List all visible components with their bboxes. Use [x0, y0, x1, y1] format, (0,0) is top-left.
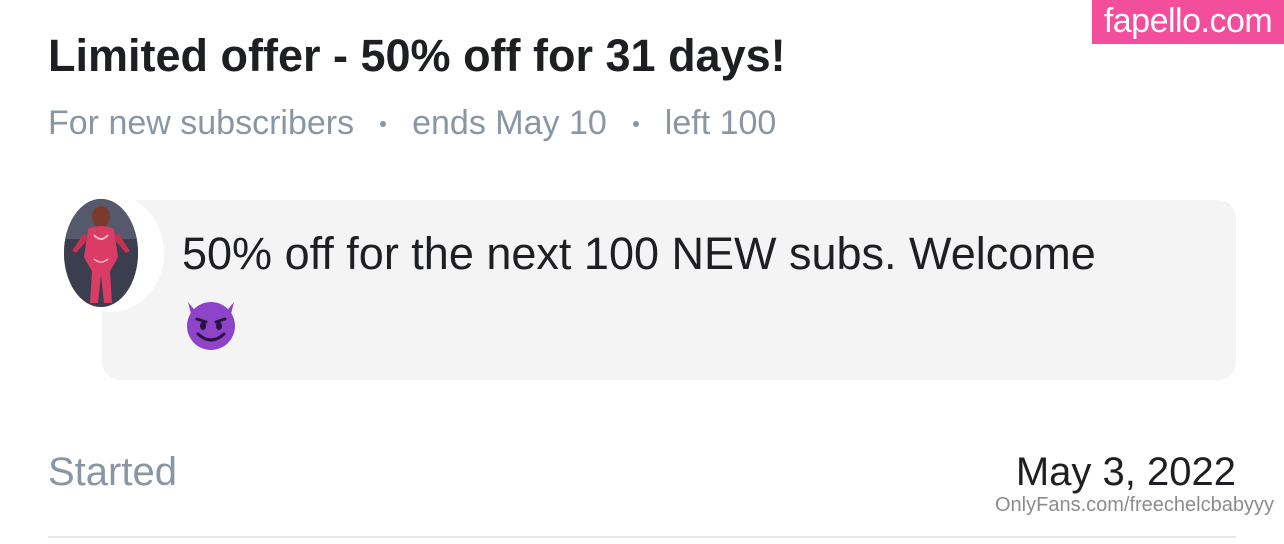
smiling-devil-emoji [182, 294, 240, 352]
profile-watermark: OnlyFans.com/freechelcbabyyy [994, 494, 1274, 516]
site-watermark: fapello.com [1092, 0, 1284, 44]
divider [48, 536, 1236, 538]
offer-meta: For new subscribers ends May 10 left 100 [48, 104, 776, 143]
started-label: Started [48, 450, 177, 494]
offer-title: Limited offer - 50% off for 31 days! [48, 30, 786, 81]
offer-audience: For new subscribers [48, 104, 355, 142]
separator-dot [632, 120, 639, 127]
avatar[interactable] [64, 199, 138, 307]
offer-remaining: left 100 [664, 104, 777, 142]
offer-page: fapello.com Limited offer - 50% off for … [0, 0, 1284, 544]
started-date: May 3, 2022 [1015, 450, 1236, 494]
offer-ends: ends May 10 [412, 104, 607, 142]
separator-dot [380, 120, 387, 127]
message-text: 50% off for the next 100 NEW subs. Welco… [182, 228, 1096, 279]
avatar-image [64, 199, 138, 307]
